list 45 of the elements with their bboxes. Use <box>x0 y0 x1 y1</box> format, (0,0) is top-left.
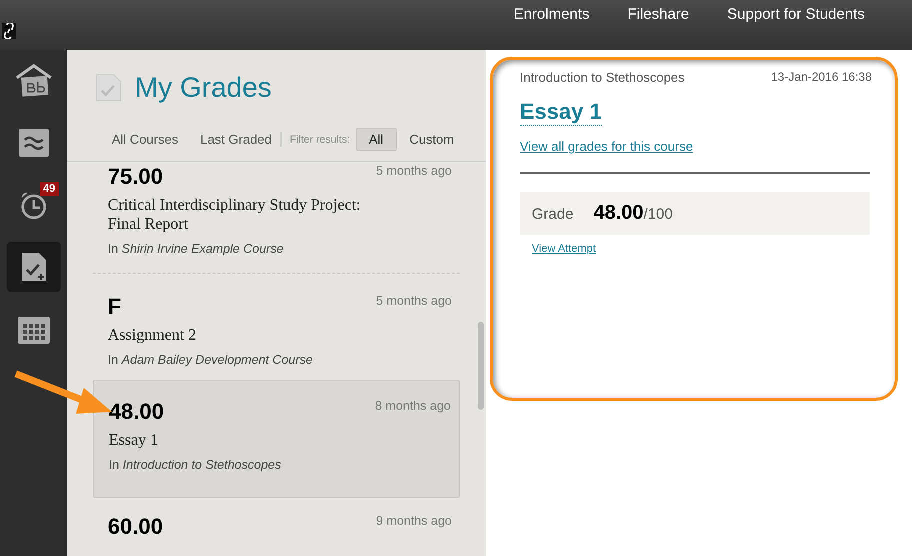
filter-button[interactable]: Custom <box>396 128 468 151</box>
graded-time: 5 months ago <box>376 294 452 308</box>
waves-icon <box>18 129 48 157</box>
sidebar-item[interactable] <box>6 242 60 292</box>
link-icon[interactable] <box>2 23 16 39</box>
filter-label: Filter results: <box>290 134 350 146</box>
graded-document-icon <box>95 73 123 103</box>
graded-time: 8 months ago <box>375 399 451 413</box>
notification-badge: 49 <box>40 182 58 196</box>
grade-item[interactable]: 75.00 5 months ago Critical Interdisciplinary Study Project: Final Report In Shirin Irvine Example Course <box>93 162 460 274</box>
nav-link[interactable]: Enrolments <box>514 6 590 23</box>
graded-time: 5 months ago <box>376 164 452 178</box>
sort-link[interactable]: Last Graded <box>200 132 282 147</box>
grade-value: 48.00 <box>109 399 164 425</box>
scrollbar-thumb[interactable] <box>478 322 484 410</box>
home-icon <box>14 64 54 98</box>
assignment-title: Assignment 2 <box>108 326 198 345</box>
calendar-icon <box>18 314 50 344</box>
grade-value: F <box>108 294 122 320</box>
graded-time: 9 months ago <box>376 514 452 528</box>
grade-item[interactable]: F 5 months ago Assignment 2 In Adam Bailey Development Course <box>93 274 460 380</box>
sort-link[interactable]: All Courses <box>112 132 178 147</box>
grade-item[interactable]: 60.00 9 months ago <box>93 498 460 550</box>
course-grades-link[interactable]: View all grades for this course <box>520 139 694 154</box>
nav-link[interactable]: Fileshare <box>628 6 690 23</box>
grade-maximum: /100 <box>644 206 673 223</box>
assignment-title: Essay 1 <box>109 431 160 450</box>
course-name: Introduction to Stethoscopes <box>520 70 685 85</box>
grade-value: 75.00 <box>108 164 164 190</box>
nav-link[interactable]: Support for Students <box>727 6 865 23</box>
page-title: My Grades <box>135 72 272 104</box>
filter-button[interactable]: All <box>356 128 397 151</box>
assignment-title: Critical Interdisciplinary Study Project: Final Report <box>108 196 362 234</box>
date-time: 13-Jan-2016 16:38 <box>771 70 872 85</box>
assignment-title-link[interactable]: Essay 1 <box>520 99 602 126</box>
grade-value: 60.00 <box>108 514 164 540</box>
course-name: In Shirin Irvine Example Course <box>108 242 285 256</box>
grade-label: Grade <box>532 206 574 223</box>
graded-document-icon <box>20 251 48 283</box>
sidebar-item[interactable]: 49 <box>6 180 60 230</box>
view-attempt-link[interactable]: View Attempt <box>532 243 596 255</box>
grade-item[interactable]: 48.00 8 months ago Essay 1 In Introduction to Stethoscopes <box>93 380 460 498</box>
course-name: In Introduction to Stethoscopes <box>109 458 282 472</box>
course-name: In Adam Bailey Development Course <box>108 353 314 367</box>
grade-value: 48.00 <box>594 202 644 225</box>
